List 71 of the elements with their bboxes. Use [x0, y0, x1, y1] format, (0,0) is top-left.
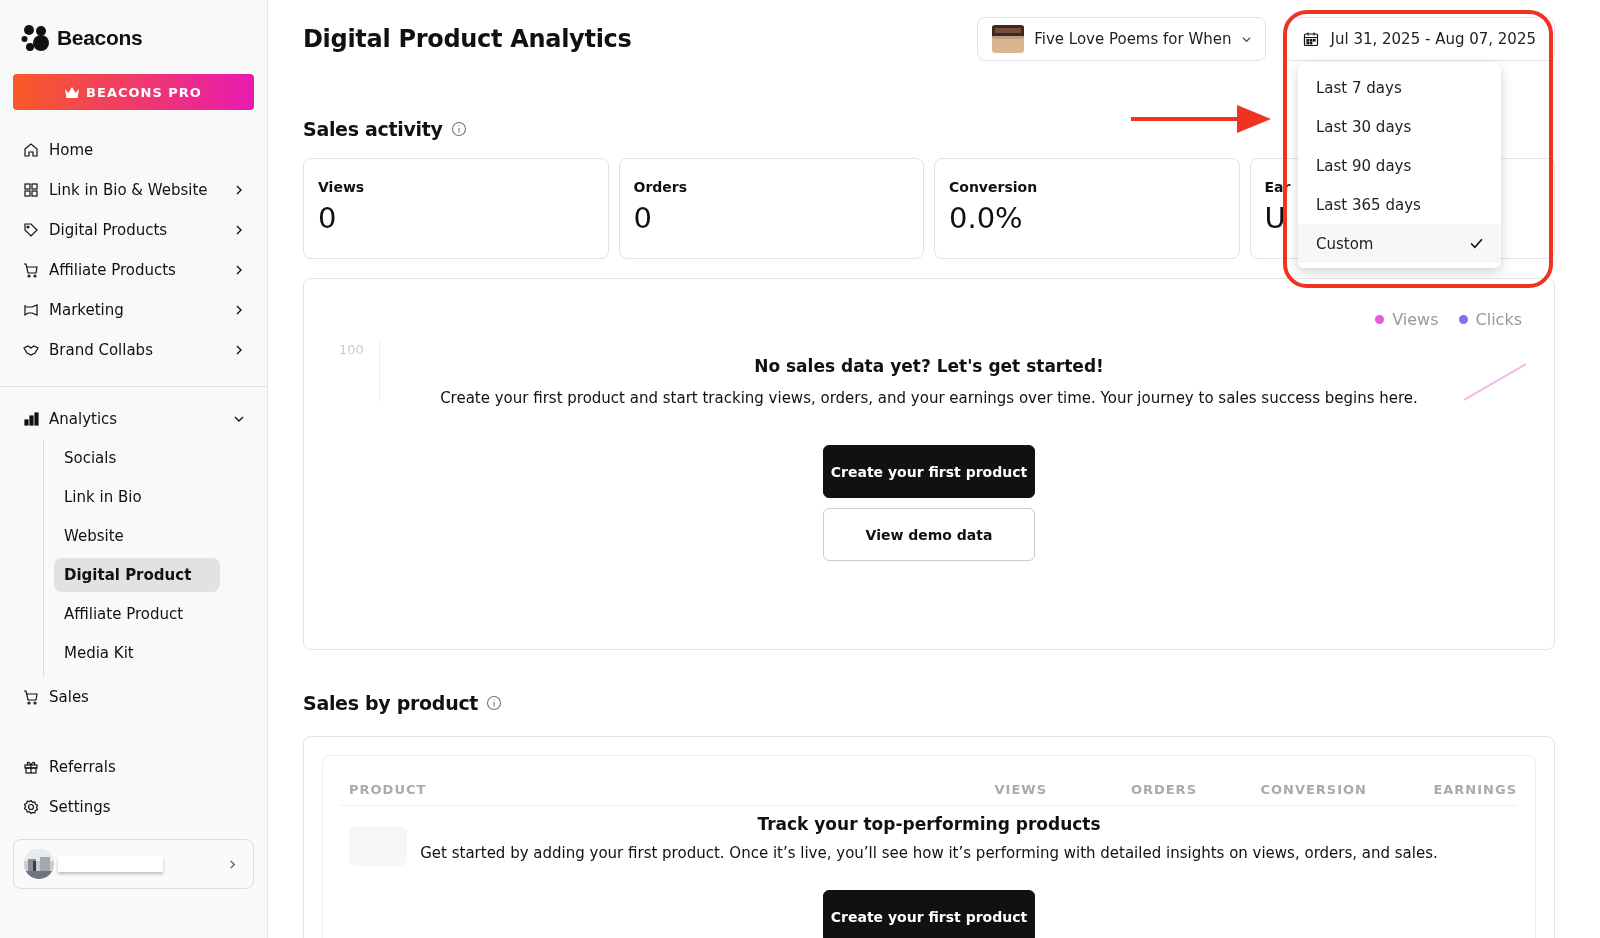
page-title: Digital Product Analytics: [303, 25, 633, 53]
legend-label: Views: [1392, 310, 1439, 329]
demo-data-button[interactable]: View demo data: [823, 508, 1035, 561]
calendar-icon: [1302, 31, 1319, 47]
grid-icon: [23, 182, 39, 198]
nav-subitem[interactable]: Media Kit: [54, 636, 220, 670]
nav-item[interactable]: Affiliate Products: [13, 250, 254, 290]
chevron-down-icon: [1241, 34, 1251, 44]
stat-label: Conversion: [949, 179, 1038, 195]
stat-value: 0: [633, 201, 652, 235]
stat-label: Orders: [633, 179, 688, 195]
nav-subitem[interactable]: Digital Product: [54, 558, 220, 592]
check-icon: [1470, 238, 1483, 249]
nav-item[interactable]: Marketing: [13, 290, 254, 330]
nav-item[interactable]: Brand Collabs: [13, 330, 254, 370]
nav-item[interactable]: Digital Products: [13, 210, 254, 250]
product-select[interactable]: Five Love Poems for When: [977, 17, 1266, 61]
chevron-right-icon: [228, 859, 237, 869]
menu-item[interactable]: Custom: [1298, 224, 1501, 263]
empty-state-title: Track your top-performing products: [757, 814, 1101, 834]
tag-icon: [23, 222, 39, 238]
menu-item[interactable]: Last 7 days: [1298, 68, 1501, 107]
crown-icon: [65, 86, 80, 98]
nav-subitem[interactable]: Socials: [54, 441, 220, 475]
legend-label: Clicks: [1475, 310, 1522, 329]
chevron-right-icon: [234, 265, 244, 275]
chevron-right-icon: [234, 185, 244, 195]
nav-subitem[interactable]: Website: [54, 519, 220, 553]
empty-state-text: Create your first product and start tracking views, orders, and your earnings over time. Your journey to sales success begins here.: [440, 389, 1418, 407]
account-button[interactable]: [13, 839, 254, 889]
nav-item[interactable]: Referrals: [13, 747, 254, 787]
nav-subitem[interactable]: Affiliate Product: [54, 597, 220, 631]
nav-item[interactable]: Link in Bio & Website: [13, 170, 254, 210]
column-header: ORDERS: [1129, 782, 1197, 797]
brand-name: Beacons: [57, 26, 143, 50]
nav-item[interactable]: Settings: [13, 787, 254, 827]
chevron-right-icon: [234, 225, 244, 235]
empty-state-text: Get started by adding your first product. Once it’s live, you’ll see how it’s performing with detailed insights on views, orders, and sales.: [420, 844, 1438, 862]
stat-value: 0.0%: [949, 201, 1023, 235]
logo-icon: [21, 24, 51, 52]
nav-subitem[interactable]: Link in Bio: [54, 480, 220, 514]
menu-item[interactable]: Last 90 days: [1298, 146, 1501, 185]
upgrade-button[interactable]: BEACONS PRO: [13, 74, 254, 110]
menu-item[interactable]: Last 365 days: [1298, 185, 1501, 224]
section-heading: Sales activity: [303, 118, 443, 140]
section-heading: Sales by product: [303, 692, 479, 714]
nav-item[interactable]: Analytics: [13, 399, 254, 439]
column-header: PRODUCT: [348, 782, 428, 797]
gift-icon: [23, 759, 39, 775]
stat-value: 0: [318, 201, 337, 235]
cart-icon: [23, 689, 39, 705]
home-icon: [23, 142, 39, 158]
info-icon: [486, 695, 503, 711]
stat-value: U: [1264, 201, 1286, 235]
chart-line: [1464, 362, 1526, 402]
empty-state-title: No sales data yet? Let's get started!: [754, 356, 1104, 376]
settings-icon: [23, 799, 39, 815]
chevron-right-icon: [234, 305, 244, 315]
info-icon: [450, 121, 467, 137]
nav-item[interactable]: Home: [13, 130, 254, 170]
column-header: CONVERSION: [1259, 782, 1367, 797]
bar-chart-icon: [23, 411, 39, 427]
column-header: VIEWS: [993, 782, 1047, 797]
stat-label: Views: [318, 179, 365, 195]
column-header: EARNINGS: [1432, 782, 1517, 797]
create-product-button[interactable]: Create your first product: [823, 445, 1035, 498]
menu-item[interactable]: Last 30 days: [1298, 107, 1501, 146]
nav-item[interactable]: Sales: [13, 677, 254, 717]
cart-icon: [23, 262, 39, 278]
create-product-button[interactable]: Create your first product: [823, 890, 1035, 938]
chevron-right-icon: [234, 345, 244, 355]
